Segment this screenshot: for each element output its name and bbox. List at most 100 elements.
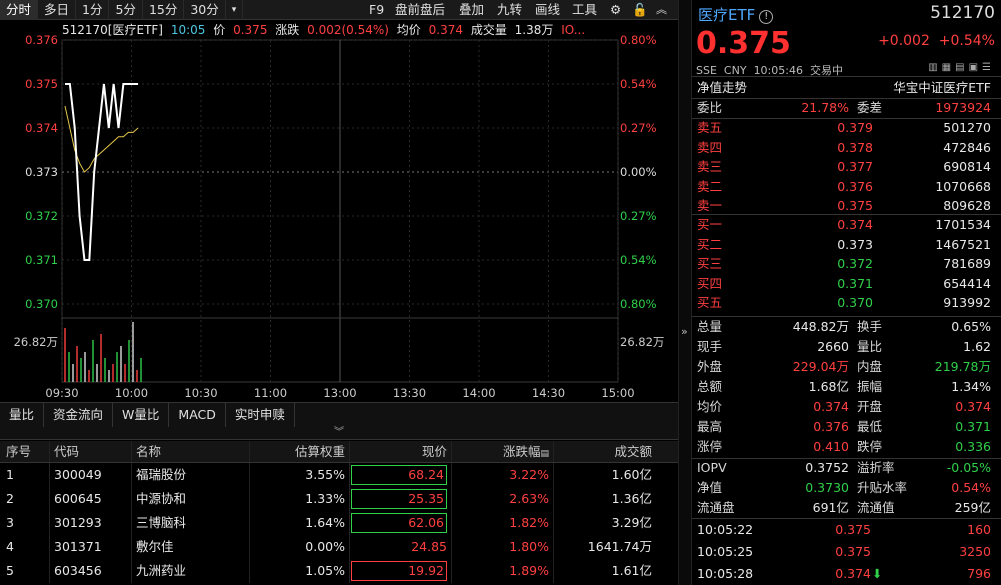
chevron-up-icon[interactable]: ︽ (656, 0, 667, 20)
tab-30min[interactable]: 30分 (184, 0, 226, 20)
bids-level[interactable]: 买二 0.373 1467521 (692, 235, 1001, 255)
table-row[interactable]: 4 301371 敷尔佳 0.00% 24.85 1.80% 1641.74万 (0, 535, 678, 559)
tab-multiday[interactable]: 多日 (38, 0, 77, 20)
asks-price: 0.379 (837, 120, 873, 135)
tick-time: 10:05:25 (697, 544, 754, 559)
stat-value: 219.78万 (934, 359, 991, 374)
stat-row: 总额 1.68亿 振幅 1.34% (692, 377, 1001, 397)
tab-realtime-subscription[interactable]: 实时申赎 (226, 403, 295, 427)
bids-price: 0.374 (837, 217, 873, 232)
y-tick-label: 0.374 (25, 121, 58, 135)
nav-label[interactable]: 净值走势 (697, 78, 747, 98)
tab-macd[interactable]: MACD (169, 403, 226, 427)
bids-label: 买一 (697, 217, 723, 232)
row-index: 4 (0, 535, 50, 559)
stat-row: 总量 448.82万 换手 0.65% (692, 317, 1001, 337)
x-tick-label: 10:30 (184, 386, 217, 400)
row-name: 福瑞股份 (132, 463, 250, 487)
tab-1min[interactable]: 1分 (76, 0, 110, 20)
bar-chart-icon[interactable]: ▥ (928, 62, 941, 73)
row-index: 3 (0, 511, 50, 535)
tab-intraday[interactable]: 分时 (0, 0, 39, 20)
table-row[interactable]: 3 301293 三博脑科 1.64% 62.06 1.82% 3.29亿 (0, 511, 678, 535)
asks-volume: 472846 (943, 139, 991, 155)
stat-value: 1.34% (951, 379, 991, 394)
etf-label: IOPV (697, 460, 727, 475)
asks-price: 0.376 (837, 178, 873, 194)
draw-line-button[interactable]: 画线 (535, 0, 560, 20)
stat-row: 现手 2660 量比 1.62 (692, 337, 1001, 357)
table-row[interactable]: 5 603456 九洲药业 1.05% 19.92 1.89% 1.61亿 (0, 559, 678, 583)
collapse-toggle[interactable]: ︾ (0, 428, 678, 440)
settings-icon[interactable]: ⚙ (610, 0, 621, 20)
col-turnover[interactable]: 成交额 (554, 441, 678, 462)
pct-tick-label: 0.00% (620, 165, 657, 179)
list-icon[interactable]: ▤ (955, 62, 968, 73)
tools-button[interactable]: 工具 (572, 0, 597, 20)
stat-label: 外盘 (697, 359, 723, 374)
asks-level[interactable]: 卖四 0.378 472846 (692, 138, 1001, 158)
table-row[interactable]: 2 600645 中源协和 1.33% 25.35 2.63% 1.36亿 (0, 487, 678, 511)
row-name: 中源协和 (132, 487, 250, 511)
period-more-dropdown[interactable]: ▾ (226, 0, 244, 20)
bids-level[interactable]: 买一 0.374 1701534 (692, 215, 1001, 235)
tab-fund-flow[interactable]: 资金流向 (44, 403, 114, 427)
table-header: 序号 代码 名称 估算权重 现价 涨跌幅▤ 成交额 (0, 441, 678, 463)
grid-icon[interactable]: ▦ (942, 62, 955, 73)
asks-level[interactable]: 卖二 0.376 1070668 (692, 177, 1001, 197)
bids-price: 0.370 (837, 295, 873, 310)
bids-level[interactable]: 买三 0.372 781689 (692, 254, 1001, 274)
panel-splitter[interactable]: » (678, 0, 692, 585)
panel-icon[interactable]: ▣ (969, 62, 982, 73)
asks-label: 卖五 (697, 120, 723, 135)
sort-icon: ▤ (540, 449, 549, 459)
stat-label: 涨停 (697, 439, 723, 454)
stat-row: 均价 0.374 开盘 0.374 (692, 397, 1001, 417)
tab-volume-ratio[interactable]: 量比 (0, 403, 45, 427)
last-price: 0.375 (696, 26, 791, 61)
period-toolbar: 分时 多日 1分 5分 15分 30分 ▾ F9 盘前盘后 叠加 九转 画线 工… (0, 0, 678, 20)
prepost-button[interactable]: 盘前盘后 (395, 0, 445, 20)
fund-name: 华宝中证医疗ETF (893, 80, 991, 95)
info-icon[interactable]: ! (759, 10, 774, 24)
f9-button[interactable]: F9 (369, 0, 384, 20)
menu-icon[interactable]: ☰ (982, 62, 995, 73)
expand-icon: » (681, 325, 688, 338)
row-change: 3.22% (452, 463, 554, 487)
pct-tick-label: 0.27% (620, 121, 657, 135)
tab-15min[interactable]: 15分 (143, 0, 185, 20)
stat-value: 0.410 (813, 439, 849, 454)
tab-5min[interactable]: 5分 (109, 0, 143, 20)
col-index[interactable]: 序号 (0, 441, 50, 462)
x-tick-label: 14:00 (462, 386, 495, 400)
etf-label: 流通值 (857, 500, 895, 515)
lock-icon[interactable]: 🔓 (632, 0, 648, 20)
row-name: 敷尔佳 (132, 535, 250, 559)
intraday-chart[interactable]: 0.376 0.80% 0.375 0.54% 0.374 0.27% 0.373 0.00%… (0, 20, 678, 402)
col-weight[interactable]: 估算权重 (250, 441, 350, 462)
tick-price: 0.375 (835, 522, 871, 537)
col-code[interactable]: 代码 (50, 441, 132, 462)
nine-turn-button[interactable]: 九转 (497, 0, 522, 20)
bids-label: 买二 (697, 236, 723, 252)
stat-row: 涨停 0.410 跌停 0.336 (692, 437, 1001, 457)
row-code: 600645 (50, 487, 132, 511)
tick-time: 10:05:22 (697, 522, 754, 537)
stat-value: 1.68亿 (808, 379, 849, 394)
bids-price: 0.371 (837, 275, 873, 291)
etf-row: IOPV 0.3752 溢折率 -0.05% (692, 458, 1001, 478)
bids-level[interactable]: 买五 0.370 913992 (692, 293, 1001, 313)
overlay-button[interactable]: 叠加 (459, 0, 484, 20)
bids-level[interactable]: 买四 0.371 654414 (692, 274, 1001, 294)
stat-label: 量比 (857, 339, 883, 354)
col-price[interactable]: 现价 (350, 441, 452, 462)
col-change[interactable]: 涨跌幅▤ (452, 441, 554, 462)
table-row[interactable]: 1 300049 福瑞股份 3.55% 68.24 3.22% 1.60亿 (0, 463, 678, 487)
col-name[interactable]: 名称 (132, 441, 250, 462)
asks-level[interactable]: 卖五 0.379 501270 (692, 118, 1001, 138)
asks-level[interactable]: 卖三 0.377 690814 (692, 157, 1001, 177)
asks-level[interactable]: 卖一 0.375 809628 (692, 196, 1001, 216)
row-price: 24.85 (350, 535, 452, 559)
stat-value: 0.336 (955, 439, 991, 454)
tab-w-volume-ratio[interactable]: W量比 (113, 403, 170, 427)
